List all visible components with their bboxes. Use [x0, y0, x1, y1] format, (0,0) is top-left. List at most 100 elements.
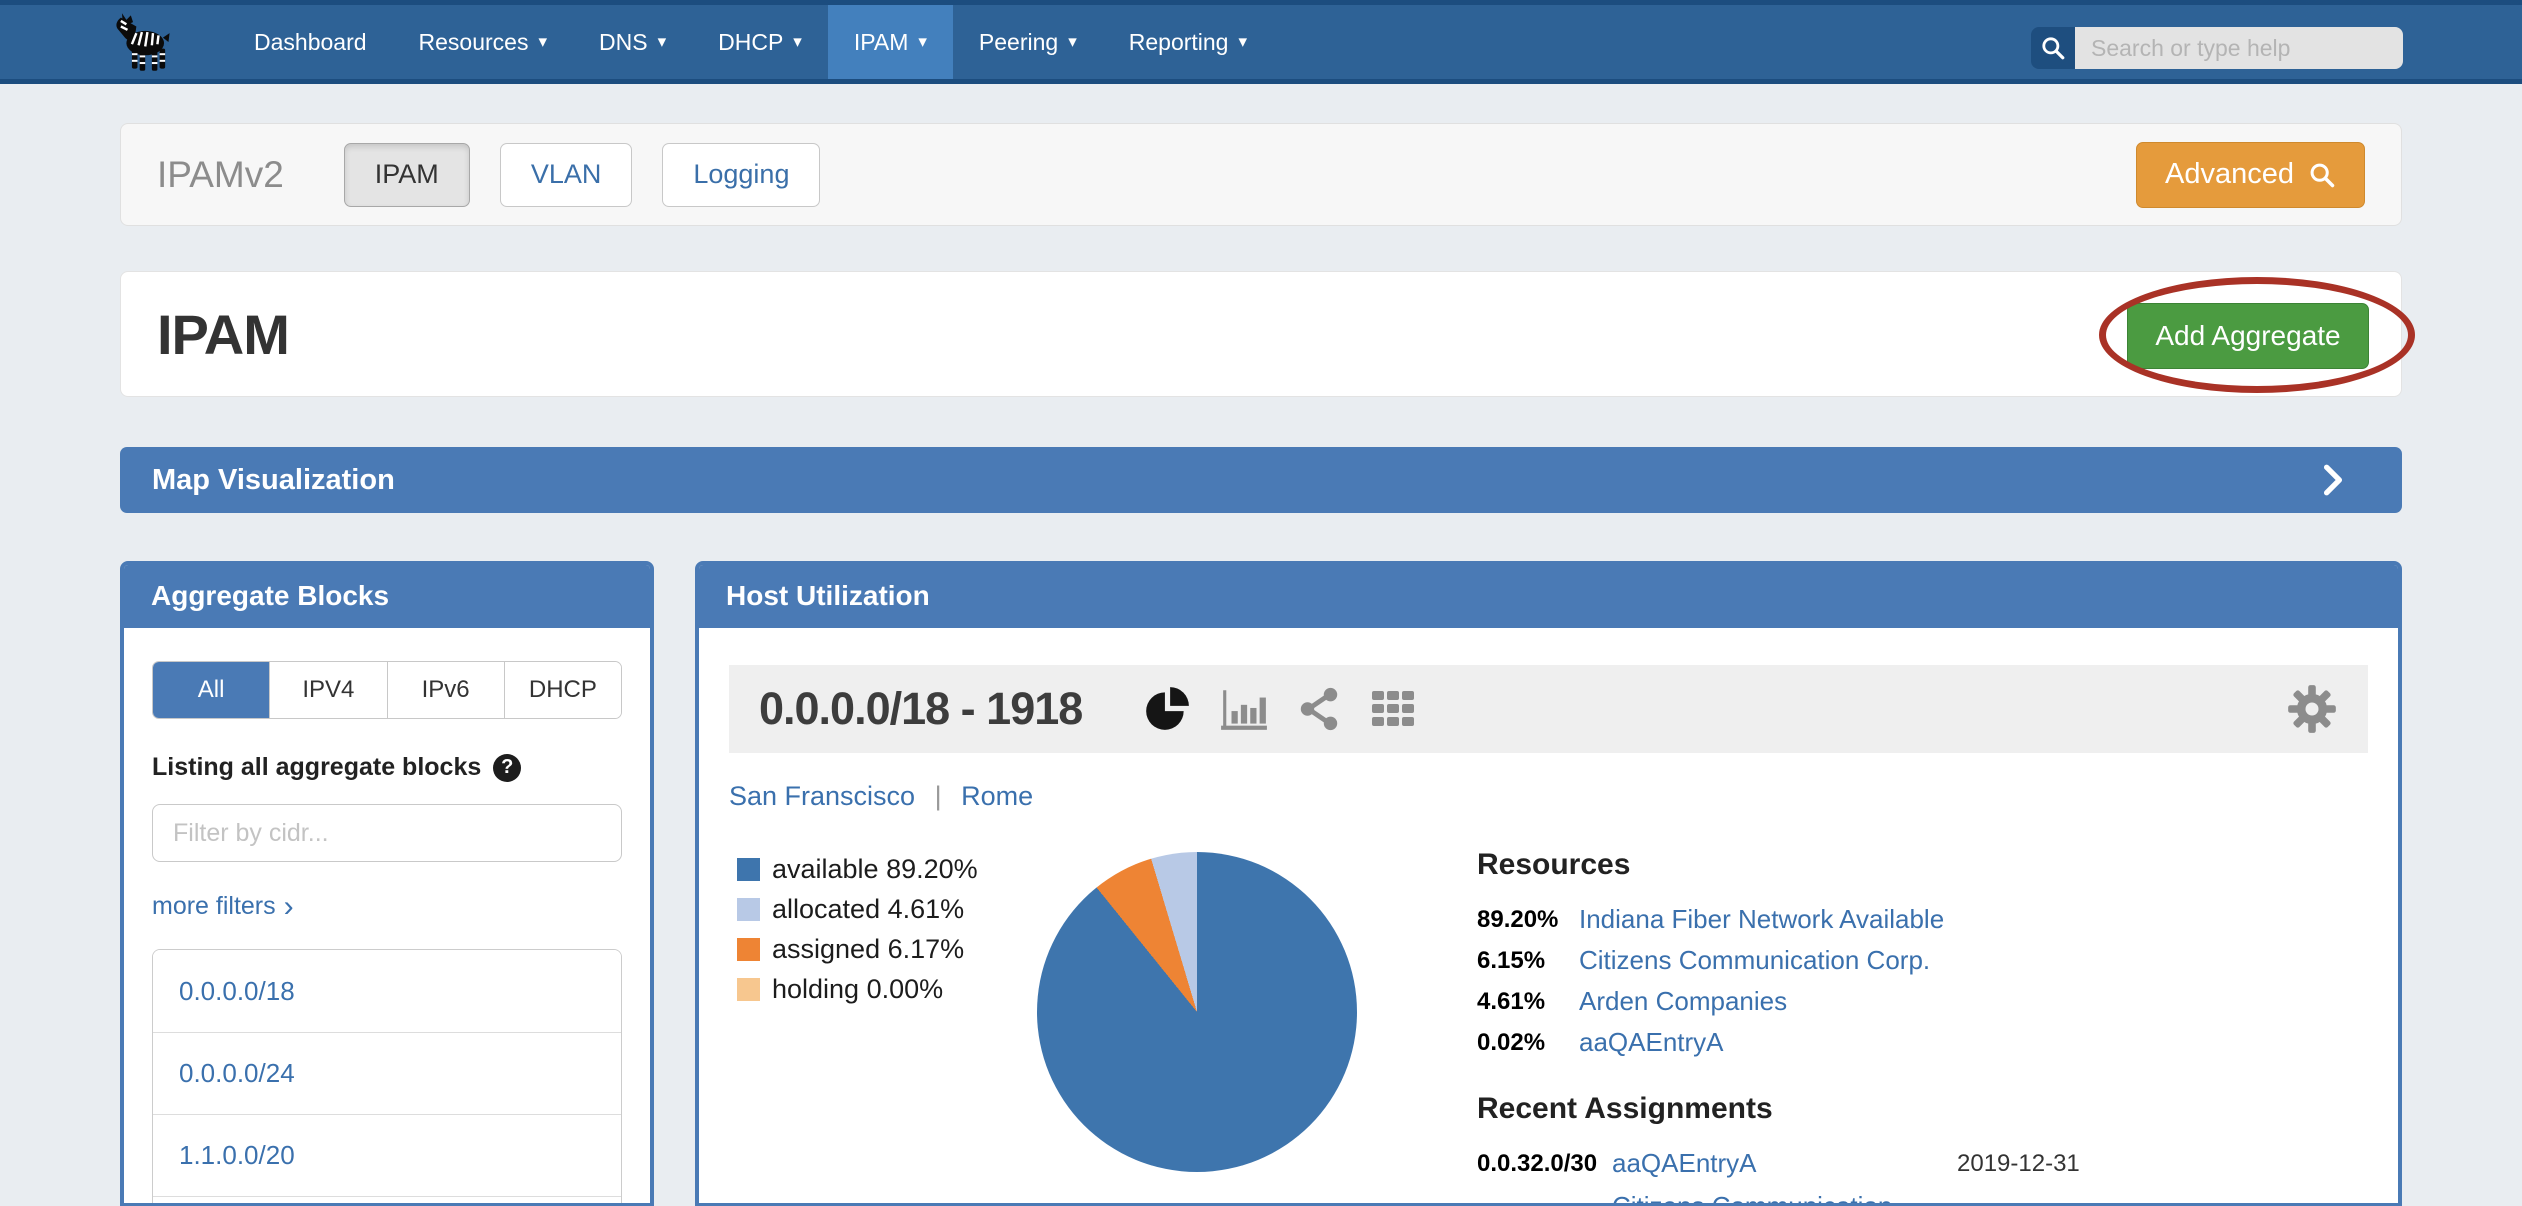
resource-pct: 4.61%: [1477, 988, 1579, 1016]
region-link-rome[interactable]: Rome: [961, 781, 1033, 811]
nav-label: DHCP: [718, 29, 783, 56]
table-row: 6.15% Citizens Communication Corp.: [1477, 945, 2368, 976]
block-title: 0.0.0.0/18 - 1918: [759, 683, 1082, 735]
recent-assignments-list: 0.0.32.0/30 aaQAEntryA 2019-12-31 0.0.8.…: [1477, 1148, 2368, 1206]
legend-swatch-holding: [737, 978, 760, 1001]
resource-link[interactable]: Citizens Communication Corp.: [1579, 945, 2368, 976]
tab-ipam[interactable]: IPAM: [344, 143, 470, 207]
tab-logging[interactable]: Logging: [662, 143, 820, 207]
filter-label: All: [198, 676, 225, 704]
table-row: 0.0.32.0/30 aaQAEntryA 2019-12-31: [1477, 1148, 2368, 1179]
pie-legend: available 89.20% allocated 4.61% assigne…: [737, 854, 1037, 1206]
resources-title: Resources: [1477, 848, 2368, 882]
tab-label: Logging: [693, 159, 789, 190]
nav-item-dhcp[interactable]: DHCP: [692, 5, 828, 79]
legend-swatch-available: [737, 858, 760, 881]
legend-swatch-allocated: [737, 898, 760, 921]
resource-pct: 89.20%: [1477, 906, 1579, 934]
resource-link[interactable]: Arden Companies: [1579, 986, 2368, 1017]
nav-label: DNS: [599, 29, 648, 56]
chevron-down-icon: [1238, 32, 1247, 52]
gear-icon[interactable]: [2286, 683, 2338, 735]
resources-list: 89.20% Indiana Fiber Network Available 6…: [1477, 904, 2368, 1058]
assignment-link[interactable]: aaQAEntryA: [1612, 1148, 1957, 1179]
tab-vlan[interactable]: VLAN: [500, 143, 633, 207]
add-aggregate-button[interactable]: Add Aggregate: [2127, 303, 2369, 369]
section-title: IPAMv2: [157, 154, 284, 196]
nav-item-resources[interactable]: Resources: [393, 5, 573, 79]
share-icon[interactable]: [1296, 685, 1342, 733]
nav-item-ipam[interactable]: IPAM: [828, 5, 953, 79]
nav-item-dns[interactable]: DNS: [573, 5, 692, 79]
nav-label: Resources: [419, 29, 529, 56]
pie-chart[interactable]: [1037, 852, 1357, 1172]
legend-label: allocated 4.61%: [772, 894, 964, 925]
bar-chart-icon[interactable]: [1218, 684, 1270, 734]
chevron-down-icon: [793, 32, 802, 52]
nav-item-peering[interactable]: Peering: [953, 5, 1103, 79]
zebra-icon: [106, 11, 180, 73]
table-row: 0.0.8.0/22 Citizens Communication Corp. …: [1477, 1191, 2368, 1206]
filter-ipv4-button[interactable]: IPV4: [269, 662, 386, 718]
host-block-toolbar: 0.0.0.0/18 - 1918: [729, 665, 2368, 753]
filter-label: IPV4: [302, 676, 354, 704]
block-cidr-link: 0.0.0.0/18: [179, 976, 295, 1007]
aggregate-block-list: 0.0.0.0/18 0.0.0.0/24 1.1.0.0/20: [152, 949, 622, 1206]
aggregate-filter-group: All IPV4 IPv6 DHCP: [152, 661, 622, 719]
cidr-filter-input[interactable]: [152, 804, 622, 862]
pie-chart-icon[interactable]: [1142, 684, 1192, 734]
nav-label: Dashboard: [254, 29, 367, 56]
nav-label: Reporting: [1129, 29, 1229, 56]
map-visualization-bar[interactable]: Map Visualization: [120, 447, 2402, 513]
nav-label: Peering: [979, 29, 1058, 56]
filter-label: DHCP: [529, 676, 597, 704]
filter-all-button[interactable]: All: [153, 662, 269, 718]
assignment-link[interactable]: Citizens Communication Corp.: [1612, 1191, 1957, 1206]
list-item[interactable]: [153, 1196, 621, 1206]
resource-pct: 0.02%: [1477, 1029, 1579, 1057]
filter-label: IPv6: [422, 676, 470, 704]
aggregate-blocks-header: Aggregate Blocks: [123, 564, 651, 628]
assignment-date: 2019-12-31: [1957, 1150, 2368, 1178]
nav-item-dashboard[interactable]: Dashboard: [228, 5, 393, 79]
tab-label: VLAN: [531, 159, 602, 190]
chevron-right-icon: ›: [284, 897, 294, 917]
list-item[interactable]: 0.0.0.0/18: [153, 950, 621, 1032]
advanced-search-button[interactable]: Advanced: [2136, 142, 2365, 208]
tab-label: IPAM: [375, 159, 439, 190]
list-item[interactable]: 1.1.0.0/20: [153, 1114, 621, 1196]
region-link-san-francisco[interactable]: San Franscisco: [729, 781, 915, 811]
resource-pct: 6.15%: [1477, 947, 1579, 975]
grid-icon[interactable]: [1368, 685, 1418, 733]
table-row: 4.61% Arden Companies: [1477, 986, 2368, 1017]
filter-ipv6-button[interactable]: IPv6: [387, 662, 504, 718]
block-cidr-link: 1.1.0.0/20: [179, 1140, 295, 1171]
resource-link[interactable]: aaQAEntryA: [1579, 1027, 2368, 1058]
chevron-down-icon: [658, 32, 667, 52]
page-header: IPAM Add Aggregate: [120, 271, 2402, 397]
search-icon[interactable]: [2031, 27, 2075, 69]
nav-item-reporting[interactable]: Reporting: [1103, 5, 1273, 79]
search-icon: [2308, 161, 2336, 189]
more-filters-label: more filters: [152, 892, 276, 921]
map-visualization-label: Map Visualization: [152, 464, 395, 497]
search-input[interactable]: [2075, 27, 2403, 69]
resource-link[interactable]: Indiana Fiber Network Available: [1579, 904, 2368, 935]
assignment-cidr: 0.0.32.0/30: [1477, 1150, 1612, 1178]
help-icon[interactable]: ?: [493, 754, 521, 782]
legend-item: holding 0.00%: [737, 974, 1037, 1005]
legend-item: available 89.20%: [737, 854, 1037, 885]
legend-swatch-assigned: [737, 938, 760, 961]
more-filters-link[interactable]: more filters ›: [152, 892, 622, 921]
legend-item: allocated 4.61%: [737, 894, 1037, 925]
table-row: 0.02% aaQAEntryA: [1477, 1027, 2368, 1058]
table-row: 89.20% Indiana Fiber Network Available: [1477, 904, 2368, 935]
top-navbar: Dashboard Resources DNS DHCP IPAM Peerin…: [0, 0, 2522, 84]
legend-label: available 89.20%: [772, 854, 978, 885]
panel-title: Aggregate Blocks: [151, 580, 389, 612]
filter-dhcp-button[interactable]: DHCP: [504, 662, 621, 718]
list-item[interactable]: 0.0.0.0/24: [153, 1032, 621, 1114]
page-title: IPAM: [157, 302, 289, 367]
region-links: San Franscisco | Rome: [729, 781, 2368, 812]
zebra-logo[interactable]: [88, 5, 198, 79]
